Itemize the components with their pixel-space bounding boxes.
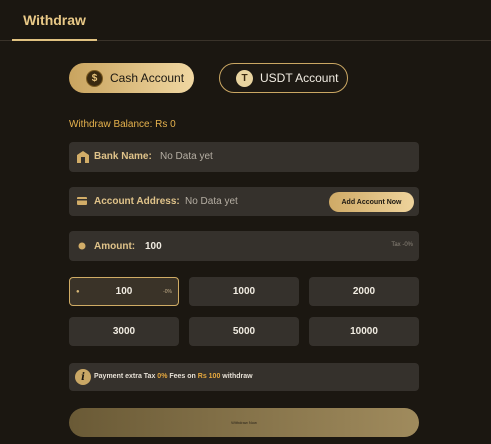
- tab-withdraw[interactable]: Withdraw: [12, 0, 97, 41]
- account-address-label: Account Address:: [94, 196, 180, 207]
- amount-option-5000[interactable]: 5000: [189, 317, 299, 346]
- withdraw-balance: Withdraw Balance: Rs 0: [69, 119, 176, 130]
- usdt-account-label: USDT Account: [260, 71, 339, 85]
- coin-icon: [78, 242, 86, 250]
- bank-icon: [75, 149, 91, 165]
- amount-option-2000[interactable]: 2000: [309, 277, 419, 306]
- bank-name-value: No Data yet: [160, 151, 213, 162]
- amount-tax: Tax -0%: [391, 242, 413, 248]
- tax-note-text: Payment extra Tax 0% Fees on Rs 100 with…: [94, 373, 253, 380]
- amount-option-value: 5000: [232, 326, 256, 337]
- dollar-coin-icon: $: [86, 69, 103, 87]
- amount-option-value: 2000: [352, 286, 376, 297]
- amount-option-value: 1000: [232, 286, 256, 297]
- info-icon: i: [75, 369, 91, 385]
- card-icon: [77, 197, 87, 205]
- tax-note: i Payment extra Tax 0% Fees on Rs 100 wi…: [69, 363, 419, 391]
- account-address-field: Account Address: No Data yet Add Account…: [69, 187, 419, 216]
- amount-field[interactable]: Amount: 100 Tax -0%: [69, 231, 419, 261]
- amount-option-value: 100: [115, 286, 133, 297]
- amount-label: Amount:: [94, 241, 136, 252]
- amount-option-10000[interactable]: 10000: [309, 317, 419, 346]
- cash-account-label: Cash Account: [110, 71, 185, 85]
- cash-account-button[interactable]: $ Cash Account: [69, 63, 194, 93]
- account-address-value: No Data yet: [185, 196, 238, 207]
- header: Withdraw: [0, 0, 491, 41]
- amount-option-value: 10000: [350, 326, 378, 337]
- bank-name-label: Bank Name:: [94, 151, 152, 162]
- amount-option-value: 3000: [112, 326, 136, 337]
- add-account-button[interactable]: Add Account Now: [329, 192, 414, 212]
- amount-input[interactable]: 100: [145, 241, 162, 252]
- coin-icon: ●: [76, 289, 80, 295]
- tether-icon: T: [236, 69, 253, 87]
- amount-option-1000[interactable]: 1000: [189, 277, 299, 306]
- amount-option-100[interactable]: ● 100 -0%: [69, 277, 179, 306]
- amount-option-pct: -0%: [163, 289, 172, 295]
- bank-name-field: Bank Name: No Data yet: [69, 142, 419, 172]
- withdraw-now-button[interactable]: Withdraw Now: [69, 408, 419, 437]
- amount-option-3000[interactable]: 3000: [69, 317, 179, 346]
- usdt-account-button[interactable]: T USDT Account: [219, 63, 348, 93]
